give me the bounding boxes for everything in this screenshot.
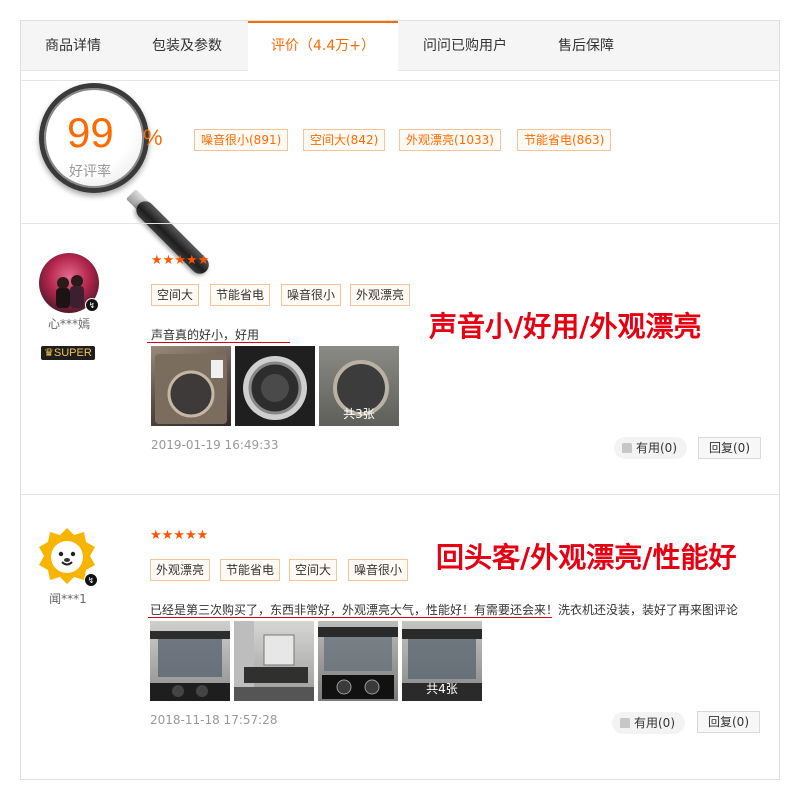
review-tag: 外观漂亮 xyxy=(150,559,211,581)
user-level-icon: ↯ xyxy=(84,573,98,587)
review-photo[interactable] xyxy=(235,346,315,426)
user-level-icon: ↯ xyxy=(85,298,99,312)
review-tag: 外观漂亮 xyxy=(350,284,411,306)
helpful-button[interactable]: 有用(0) xyxy=(614,437,687,459)
crown-icon: ♛ xyxy=(44,347,54,359)
review-tag: 节能省电 xyxy=(220,559,281,581)
review-photo-more[interactable]: 共3张 xyxy=(319,346,399,426)
reviewer-name: 闻***1 xyxy=(49,592,87,606)
range-hood-image xyxy=(150,631,230,701)
review-tag: 空间大 xyxy=(151,284,200,306)
review-photo[interactable] xyxy=(151,346,231,426)
review-text: 已经是第三次购买了，东西非常好，外观漂亮大气，性能好！有需要还会来！洗衣机还没装… xyxy=(150,603,739,617)
review-panel: 商品详情 包装及参数 评价（4.4万+） 问问已购用户 售后保障 99 % 好评… xyxy=(20,20,780,780)
range-hood-image xyxy=(234,621,314,701)
positive-rate-value: 99 xyxy=(67,109,114,156)
tab-after-sales[interactable]: 售后保障 xyxy=(541,21,631,71)
text-underline xyxy=(147,342,290,343)
washer-image xyxy=(155,354,227,424)
reviewer-name: 心***嫣 xyxy=(47,317,90,331)
review-tag: 节能省电 xyxy=(210,284,271,306)
review-tag: 空间大 xyxy=(289,559,338,581)
washer-drum-image xyxy=(243,356,307,420)
highlight-annotation: 回头客/外观漂亮/性能好 xyxy=(436,541,737,574)
review-date: 2019-01-19 16:49:33 xyxy=(151,438,279,452)
review-photo-more[interactable]: 共4张 xyxy=(402,621,482,701)
tab-bar: 商品详情 包装及参数 评价（4.4万+） 问问已购用户 售后保障 xyxy=(21,21,779,71)
tab-product-details[interactable]: 商品详情 xyxy=(27,21,119,71)
divider xyxy=(21,494,779,495)
divider xyxy=(21,80,779,81)
review-text: 声音真的好小，好用 xyxy=(151,328,260,342)
review-tag: 噪音很小 xyxy=(281,284,342,306)
summary-tag-spacious[interactable]: 空间大(842) xyxy=(303,129,386,151)
star-rating: ★★★★★ xyxy=(150,528,209,543)
summary-tag-good-looking[interactable]: 外观漂亮(1033) xyxy=(399,129,501,151)
tab-packaging-params[interactable]: 包装及参数 xyxy=(133,21,241,71)
thumbs-up-icon xyxy=(622,443,632,453)
percent-sign: % xyxy=(143,125,163,150)
thumbs-up-icon xyxy=(620,718,630,728)
reply-button[interactable]: 回复(0) xyxy=(697,711,760,733)
summary-tag-low-noise[interactable]: 噪音很小(891) xyxy=(194,129,289,151)
review-photo[interactable] xyxy=(234,621,314,701)
tab-reviews[interactable]: 评价（4.4万+） xyxy=(248,21,398,71)
reply-button[interactable]: 回复(0) xyxy=(698,437,761,459)
divider xyxy=(21,223,779,224)
review-date: 2018-11-18 17:57:28 xyxy=(150,713,278,727)
text-underline xyxy=(148,617,552,618)
star-rating: ★★★★★ xyxy=(151,253,210,268)
review-photo[interactable] xyxy=(318,621,398,701)
photo-count: 共4张 xyxy=(426,682,458,696)
tab-ask-buyers[interactable]: 问问已购用户 xyxy=(409,21,521,71)
highlight-annotation: 声音小/好用/外观漂亮 xyxy=(429,310,702,343)
gas-stove-image xyxy=(318,627,398,699)
photo-count: 共3张 xyxy=(343,407,375,421)
positive-rate-label: 好评率 xyxy=(69,164,111,180)
review-tag: 噪音很小 xyxy=(348,559,409,581)
summary-tag-energy-saving[interactable]: 节能省电(863) xyxy=(517,129,612,151)
super-member-badge: ♛SUPER xyxy=(41,346,95,360)
review-photo[interactable] xyxy=(150,621,230,701)
helpful-button[interactable]: 有用(0) xyxy=(612,712,685,734)
